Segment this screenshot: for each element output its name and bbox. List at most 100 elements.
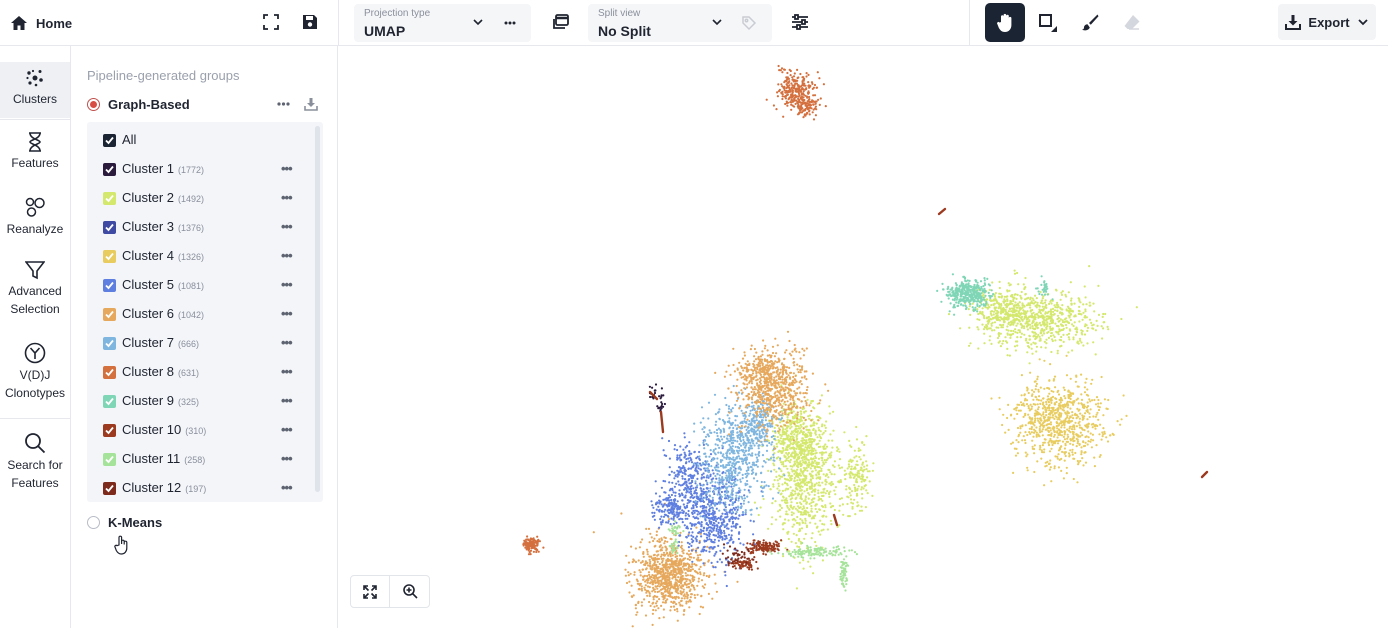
cluster-checkbox[interactable] [103, 366, 116, 379]
cluster-more-icon[interactable]: ••• [281, 219, 293, 234]
rail-item-reanalyze[interactable]: Reanalyze [0, 196, 70, 240]
cluster-list-scrollbar[interactable] [315, 126, 320, 492]
export-button[interactable]: Export [1278, 4, 1376, 40]
cluster-row[interactable]: Cluster 9 (325) ••• [87, 387, 323, 416]
umap-cell-point [1051, 328, 1054, 331]
umap-cell-point [662, 515, 666, 518]
umap-cell-point [1093, 310, 1096, 313]
cluster-row[interactable]: Cluster 8 (631) ••• [87, 358, 323, 387]
umap-projection-canvas[interactable] [339, 47, 1388, 628]
umap-cell-point [1044, 461, 1047, 464]
cluster-row[interactable]: Cluster 6 (1042) ••• [87, 300, 323, 329]
umap-cell-point [1002, 413, 1005, 416]
cluster-row-all[interactable]: All [87, 126, 323, 155]
pan-tool-button[interactable] [985, 3, 1025, 42]
checkbox-all[interactable] [103, 134, 116, 147]
cluster-row[interactable]: Cluster 12 (197) ••• [87, 474, 323, 502]
umap-cell-point [653, 577, 656, 580]
umap-cell-point [676, 589, 679, 592]
cluster-checkbox[interactable] [103, 424, 116, 437]
cluster-more-icon[interactable]: ••• [281, 248, 293, 263]
cluster-more-icon[interactable]: ••• [281, 364, 293, 379]
cluster-checkbox[interactable] [103, 337, 116, 350]
umap-cell-point [715, 477, 718, 480]
umap-cell-point [805, 428, 809, 431]
box-select-tool-button[interactable] [1034, 8, 1062, 36]
rail-item-features[interactable]: Features [0, 132, 70, 176]
cluster-checkbox[interactable] [103, 279, 116, 292]
cluster-more-icon[interactable]: ••• [281, 480, 293, 495]
cluster-more-icon[interactable]: ••• [281, 306, 293, 321]
fullscreen-button[interactable] [257, 8, 285, 36]
cluster-row[interactable]: Cluster 11 (258) ••• [87, 445, 323, 474]
cluster-more-icon[interactable]: ••• [281, 393, 293, 408]
cluster-checkbox[interactable] [103, 482, 116, 495]
rail-item-clusters[interactable]: Clusters [0, 62, 70, 118]
cluster-more-icon[interactable]: ••• [281, 161, 293, 176]
umap-cell-point [689, 568, 692, 572]
umap-cell-point [676, 500, 679, 503]
home-button[interactable]: Home [10, 11, 72, 35]
umap-cell-point [735, 506, 738, 509]
cluster-row[interactable]: Cluster 2 (1492) ••• [87, 184, 323, 213]
group-graph-based[interactable]: Graph-Based [87, 94, 190, 114]
umap-cell-point [1068, 328, 1071, 331]
rail-item-advanced-selection[interactable]: Advanced Selection [0, 260, 70, 322]
umap-cell-point [1039, 402, 1042, 405]
cluster-checkbox[interactable] [103, 250, 116, 263]
eraser-tool-button[interactable] [1118, 8, 1146, 36]
cluster-more-icon[interactable]: ••• [281, 277, 293, 292]
umap-cell-point [691, 541, 694, 544]
umap-scatter-plot[interactable] [339, 47, 1388, 628]
umap-cell-point [633, 571, 636, 574]
umap-cell-point [796, 468, 799, 471]
save-button[interactable] [296, 8, 324, 36]
radio-unselected[interactable] [87, 515, 100, 529]
umap-cell-point [789, 493, 792, 496]
cluster-row[interactable]: Cluster 1 (1772) ••• [87, 155, 323, 184]
cluster-checkbox[interactable] [103, 395, 116, 408]
umap-cell-point [1068, 396, 1071, 399]
cluster-checkbox[interactable] [103, 192, 116, 205]
cluster-checkbox[interactable] [103, 308, 116, 321]
group-more-icon[interactable] [277, 102, 290, 106]
umap-cell-point [775, 475, 778, 478]
umap-cell-point [1098, 433, 1101, 436]
cluster-row[interactable]: Cluster 7 (666) ••• [87, 329, 323, 358]
umap-cell-point [1059, 329, 1062, 332]
cluster-checkbox[interactable] [103, 221, 116, 234]
umap-cell-point [853, 456, 856, 459]
cluster-checkbox[interactable] [103, 453, 116, 466]
projection-more-icon[interactable] [504, 21, 516, 25]
umap-cell-point [1081, 457, 1084, 460]
umap-cell-point [969, 313, 972, 316]
umap-cell-point [662, 551, 666, 554]
radio-selected[interactable] [87, 97, 100, 111]
cluster-more-icon[interactable]: ••• [281, 190, 293, 205]
split-view-dropdown[interactable]: Split view No Split [588, 4, 772, 42]
cluster-more-icon[interactable]: ••• [281, 335, 293, 350]
split-view-toggle-button[interactable] [547, 8, 575, 36]
cluster-checkbox[interactable] [103, 163, 116, 176]
group-k-means[interactable]: K-Means [87, 512, 162, 532]
cluster-row[interactable]: Cluster 4 (1326) ••• [87, 242, 323, 271]
pointer-hand-cursor-icon [114, 535, 128, 555]
rail-label-clusters: Clusters [12, 92, 57, 106]
settings-sliders-button[interactable] [786, 8, 814, 36]
cluster-row[interactable]: Cluster 5 (1081) ••• [87, 271, 323, 300]
brush-tool-button[interactable] [1076, 8, 1104, 36]
projection-type-dropdown[interactable]: Projection type UMAP [354, 4, 531, 42]
group-download-icon[interactable] [304, 97, 318, 111]
umap-cell-point [785, 513, 788, 516]
rail-item-search-features[interactable]: Search for Features [0, 432, 70, 494]
umap-cell-point [1084, 412, 1087, 415]
cluster-row[interactable]: Cluster 3 (1376) ••• [87, 213, 323, 242]
rail-item-vdj-clonotypes[interactable]: V(D)J Clonotypes [0, 342, 70, 404]
umap-cell-point [810, 481, 813, 484]
tag-icon[interactable] [741, 15, 757, 31]
cluster-row[interactable]: Cluster 10 (310) ••• [87, 416, 323, 445]
cluster-more-icon[interactable]: ••• [281, 451, 293, 466]
umap-cell-point [645, 548, 649, 551]
umap-cell-point [692, 496, 695, 500]
cluster-more-icon[interactable]: ••• [281, 422, 293, 437]
